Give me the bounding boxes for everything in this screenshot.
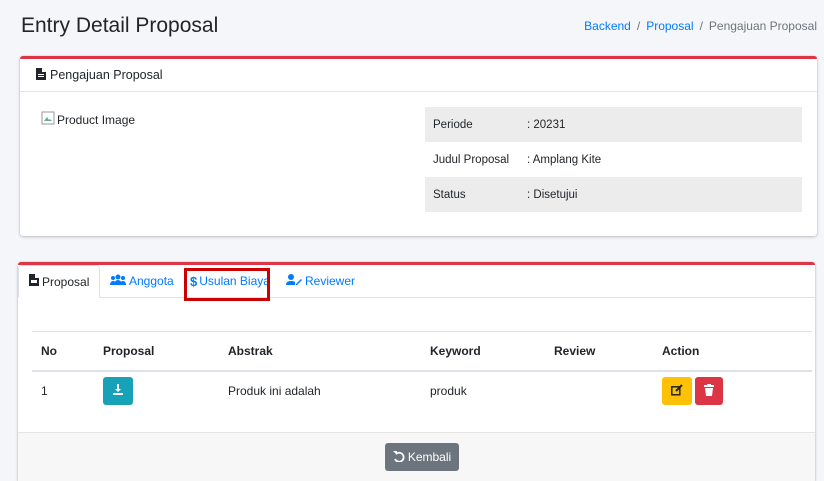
cell-review (545, 371, 653, 410)
cell-abstrak: Produk ini adalah (228, 384, 321, 398)
edit-icon (671, 383, 683, 399)
info-row-status: Status : Disetujui (425, 177, 802, 212)
cell-action (653, 371, 812, 410)
breadcrumb-current: Pengajuan Proposal (708, 19, 817, 33)
user-edit-icon (286, 274, 305, 288)
cell-keyword: produk (430, 384, 467, 398)
download-button[interactable] (103, 377, 133, 405)
card-title: Pengajuan Proposal (50, 68, 163, 82)
col-abstrak: Abstrak (219, 331, 421, 372)
page-title: Entry Detail Proposal (21, 14, 219, 37)
col-proposal: Proposal (94, 331, 219, 372)
card-footer: Kembali (18, 432, 815, 481)
card-header: Pengajuan Proposal (20, 59, 817, 92)
col-review: Review (545, 331, 653, 372)
product-image: Product Image (41, 111, 135, 128)
col-action: Action (653, 331, 812, 372)
product-image-alt: Product Image (57, 112, 136, 127)
info-label: Status (425, 177, 519, 212)
info-value: : 20231 (519, 107, 802, 142)
delete-button[interactable] (695, 377, 723, 405)
tab-label: Proposal (42, 274, 90, 289)
table-header-row: No Proposal Abstrak Keyword Review Actio… (32, 331, 812, 372)
highlight-box (184, 268, 270, 301)
table-row: 1 Produk ini adalah produk (32, 371, 812, 410)
col-keyword: Keyword (421, 331, 545, 372)
back-button[interactable]: Kembali (385, 443, 459, 471)
tab-label: Anggota (129, 274, 174, 288)
tab-reviewer[interactable]: Reviewer (286, 265, 355, 297)
breadcrumb-separator: / (636, 19, 641, 33)
file-icon (36, 67, 50, 83)
proposal-detail-card: Pengajuan Proposal Product Image Periode… (20, 56, 817, 236)
tab-anggota[interactable]: Anggota (110, 265, 174, 297)
back-label: Kembali (407, 450, 452, 464)
proposal-tabs-card: Proposal Anggota $ Usulan Biaya Reviewer… (18, 262, 815, 481)
tab-proposal[interactable]: Proposal (18, 265, 101, 298)
download-icon (113, 384, 123, 398)
breadcrumb-proposal[interactable]: Proposal (646, 19, 693, 33)
info-row-periode: Periode : 20231 (425, 107, 802, 142)
proposal-info-table: Periode : 20231 Judul Proposal : Amplang… (425, 107, 802, 212)
file-pdf-icon (29, 274, 42, 289)
breadcrumb-backend[interactable]: Backend (584, 19, 631, 33)
cell-proposal (94, 371, 219, 410)
col-no: No (32, 331, 94, 372)
edit-button[interactable] (662, 377, 692, 405)
info-label: Periode (425, 107, 519, 142)
users-icon (110, 274, 129, 288)
info-label: Judul Proposal (433, 153, 510, 166)
info-row-judul: Judul Proposal : Amplang Kite (425, 142, 802, 177)
proposal-table: No Proposal Abstrak Keyword Review Actio… (32, 331, 812, 410)
broken-image-icon (41, 111, 57, 128)
tab-bar: Proposal Anggota $ Usulan Biaya Reviewer (18, 265, 815, 298)
info-value: : Amplang Kite (527, 153, 602, 166)
undo-icon (392, 450, 408, 465)
trash-icon (704, 383, 714, 399)
cell-no: 1 (41, 384, 48, 398)
breadcrumb: Backend / Proposal / Pengajuan Proposal (584, 19, 817, 33)
breadcrumb-separator: / (699, 19, 703, 33)
info-value: : Disetujui (519, 177, 802, 212)
tab-label: Reviewer (305, 274, 356, 288)
